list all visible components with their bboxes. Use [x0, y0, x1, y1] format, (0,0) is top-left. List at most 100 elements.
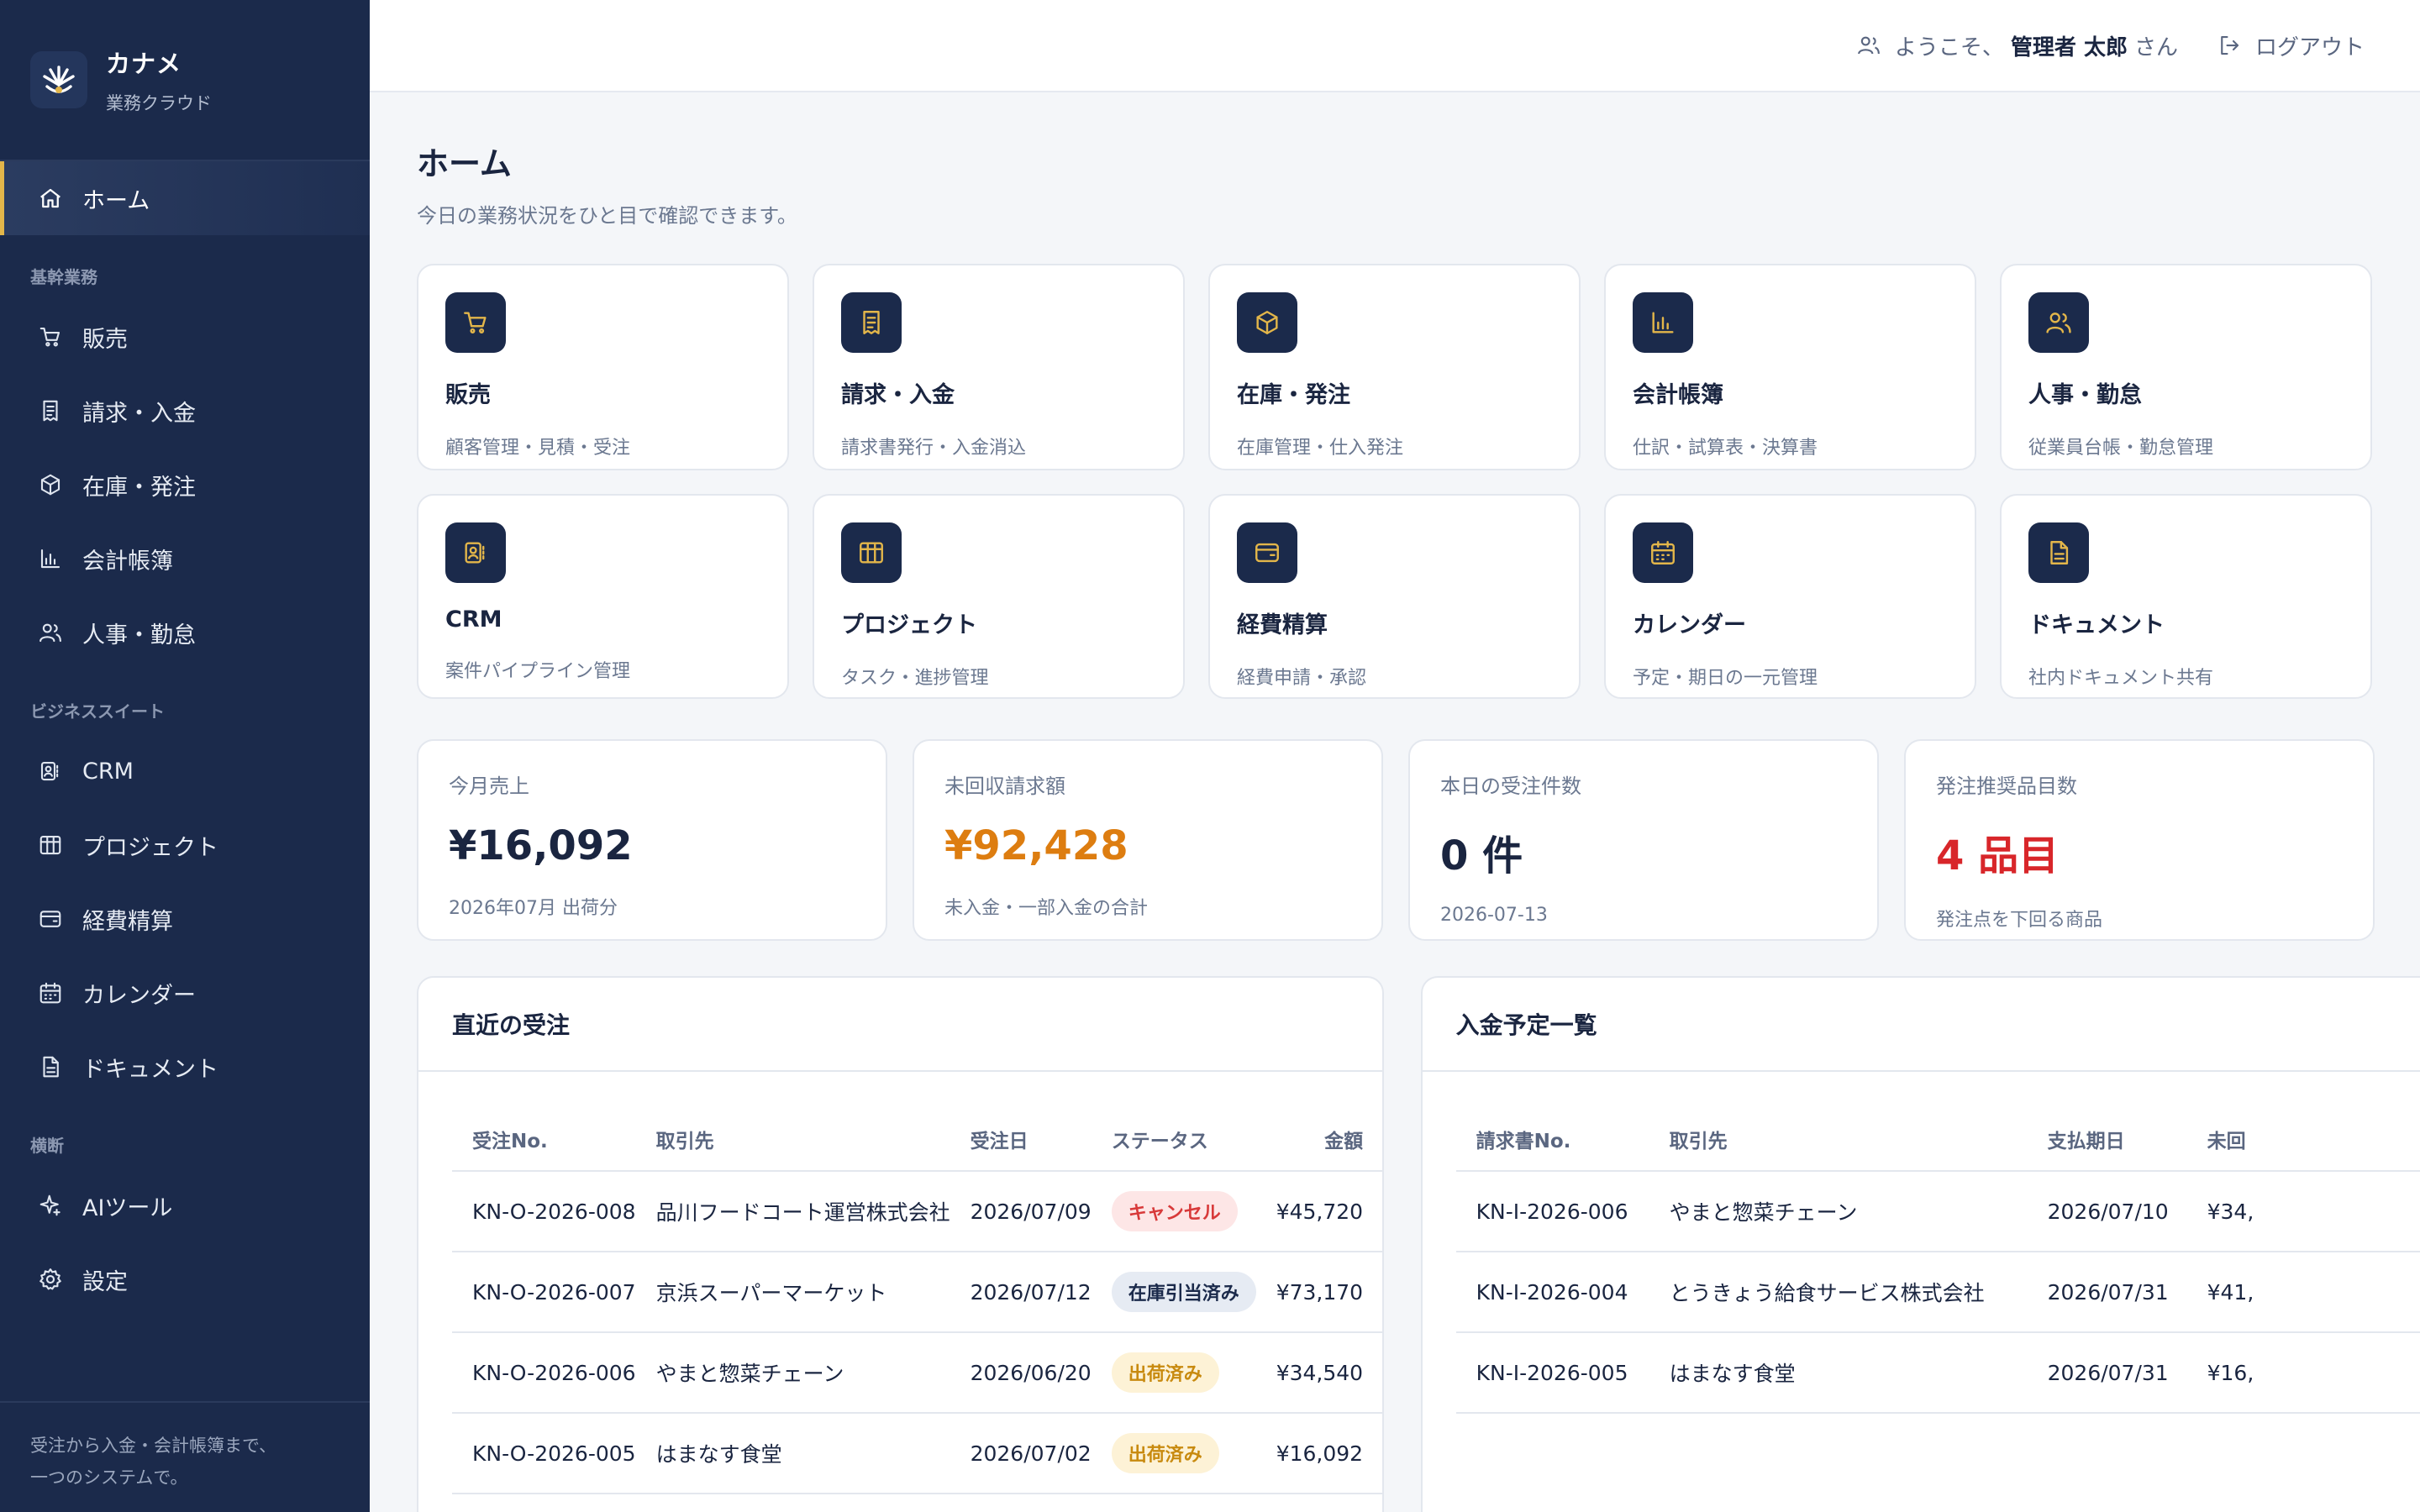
- user-icon: [1856, 33, 1881, 58]
- module-card-document[interactable]: ドキュメント 社内ドキュメント共有: [2000, 494, 2372, 699]
- logo-icon: [30, 51, 87, 108]
- sidebar-item-label: CRM: [82, 758, 134, 785]
- module-title: 在庫・発注: [1237, 382, 1350, 408]
- module-card-contact[interactable]: CRM 案件パイプライン管理: [417, 494, 789, 699]
- order-no[interactable]: KN-O-2026-006: [452, 1332, 636, 1414]
- welcome-suffix: さん: [2133, 34, 2178, 60]
- sidebar-item-contact[interactable]: CRM: [0, 734, 370, 808]
- wallet-icon: [1237, 522, 1297, 583]
- module-card-wallet[interactable]: 経費精算 経費申請・承認: [1208, 494, 1581, 699]
- stat-card: 発注推奨品目数 4 品目 発注点を下回る商品: [1904, 739, 2375, 941]
- brand[interactable]: カナメ 業務クラウド: [0, 0, 370, 161]
- table-row[interactable]: KN-O-2026-006 やまと惣菜チェーン 2026/06/20 出荷済み ¥34,…: [452, 1332, 1382, 1414]
- table-row[interactable]: KN-O-2026-007 京浜スーパーマーケット 2026/07/12 在庫引当済み…: [452, 1252, 1382, 1333]
- stat-value: ¥16,092: [449, 822, 633, 869]
- stat-note: 未入金・一部入金の合計: [944, 898, 1149, 919]
- sidebar-item-gear[interactable]: 設定: [0, 1242, 370, 1316]
- invoice-due: 2026/07/31: [2027, 1332, 2187, 1414]
- column-header[interactable]: 支払期日: [2027, 1107, 2187, 1172]
- kanban-icon: [35, 830, 66, 860]
- table-row[interactable]: KN-I-2026-004 とうきょう給食サービス株式会社 2026/07/31 ¥4…: [1455, 1252, 2420, 1333]
- column-header[interactable]: 受注日: [950, 1107, 1092, 1172]
- column-header[interactable]: 受注No.: [452, 1107, 636, 1172]
- column-header[interactable]: 金額: [1255, 1107, 1382, 1172]
- recent-orders-panel: 直近の受注 受注No. 取引先 受注日 ステータス 金額 KN-O-2026-008 品川…: [417, 976, 1384, 1512]
- panels: 直近の受注 受注No. 取引先 受注日 ステータス 金額 KN-O-2026-008 品川…: [417, 976, 2420, 1512]
- module-description: 従業員台帳・勤怠管理: [2028, 438, 2214, 459]
- module-card-calendar[interactable]: カレンダー予定・期日の一元管理: [1604, 494, 1976, 699]
- table-row[interactable]: KN-O-2026-005 はまなす食堂 2026/07/02 出荷済み ¥16,092: [452, 1413, 1382, 1494]
- order-client: はまなす食堂: [635, 1413, 950, 1494]
- sidebar-item-label: プロジェクト: [82, 834, 218, 861]
- sidebar-item-label: ホーム: [82, 187, 150, 214]
- stats-row: 今月売上 ¥16,092 2026年07月 出荷分 未回収請求額 ¥92,428 未入金・…: [417, 739, 2420, 941]
- logout-icon: [2217, 33, 2242, 58]
- status-badge: キャンセル: [1111, 1191, 1238, 1231]
- contact-icon: [35, 756, 66, 786]
- invoice-no[interactable]: KN-I-2026-005: [1455, 1332, 1649, 1414]
- invoice-due: 2026/07/10: [2027, 1171, 2187, 1252]
- cart-icon: [35, 322, 66, 352]
- order-no[interactable]: KN-O-2026-008: [452, 1171, 636, 1252]
- sidebar-item-cart[interactable]: 販売: [0, 300, 370, 374]
- users-icon: [2028, 292, 2089, 353]
- footer-line-1: 受注から入金・会計帳簿まで、: [30, 1436, 277, 1456]
- module-title: 会計帳簿: [1633, 382, 1723, 408]
- module-description: 予定・期日の一元管理: [1633, 668, 1818, 689]
- module-description: 仕訳・試算表・決算書: [1633, 438, 1818, 459]
- sidebar-item-box[interactable]: 在庫・発注: [0, 448, 370, 522]
- module-title: プロジェクト: [841, 612, 977, 638]
- module-card-users[interactable]: 人事・勤怠 従業員台帳・勤怠管理: [2000, 264, 2372, 470]
- module-card-receipt[interactable]: 請求・入金 請求書発行・入金消込: [813, 264, 1185, 470]
- sidebar-item-kanban[interactable]: プロジェクト: [0, 808, 370, 882]
- sidebar-item-calendar[interactable]: カレンダー: [0, 956, 370, 1030]
- order-date: 2026/07/02: [950, 1413, 1092, 1494]
- page-content: ホーム 今日の業務状況をひと目で確認できます。 販売 顧客管理・見積・受注 請求・入…: [370, 92, 2420, 1512]
- chart-icon: [1633, 292, 1693, 353]
- invoice-no[interactable]: KN-I-2026-004: [1455, 1252, 1649, 1333]
- sidebar-item-wallet[interactable]: 経費精算: [0, 882, 370, 956]
- stat-label: 発注推奨品目数: [1936, 774, 2077, 798]
- logout-button[interactable]: ログアウト: [2217, 30, 2365, 61]
- column-header[interactable]: 取引先: [1649, 1107, 2028, 1172]
- order-status-cell: 在庫引当済み: [1091, 1252, 1256, 1333]
- sidebar-item-home[interactable]: ホーム: [0, 161, 370, 235]
- brand-subtitle: 業務クラウド: [106, 93, 212, 113]
- box-icon: [1237, 292, 1297, 353]
- table-row[interactable]: KN-I-2026-006 やまと惣菜チェーン 2026/07/10 ¥34,: [1455, 1171, 2420, 1252]
- module-title: カレンダー: [1633, 612, 1746, 638]
- column-header[interactable]: ステータス: [1091, 1107, 1256, 1172]
- sidebar-item-chart[interactable]: 会計帳簿: [0, 522, 370, 596]
- order-no[interactable]: KN-O-2026-005: [452, 1413, 636, 1494]
- stat-card: 未回収請求額 ¥92,428 未入金・一部入金の合計: [913, 739, 1383, 941]
- module-card-kanban[interactable]: プロジェクト タスク・進捗管理: [813, 494, 1185, 699]
- order-status-cell: 出荷済み: [1091, 1413, 1256, 1494]
- module-card-box[interactable]: 在庫・発注在庫管理・仕入発注: [1208, 264, 1581, 470]
- payments-table: 請求書No. 取引先 支払期日 未回 KN-I-2026-006 やまと惣菜チェーン 20…: [1455, 1107, 2420, 1414]
- column-header[interactable]: 取引先: [635, 1107, 950, 1172]
- user-name: 管理者 太郎: [2010, 34, 2128, 60]
- sidebar: カナメ 業務クラウド ホーム 基幹業務 販売 請求・入金 在庫・発注 会計帳簿 人事・勤…: [0, 0, 370, 1512]
- invoice-no[interactable]: KN-I-2026-006: [1455, 1171, 1649, 1252]
- sparkle-icon: [35, 1190, 66, 1221]
- table-row[interactable]: KN-I-2026-005 はまなす食堂 2026/07/31 ¥16,: [1455, 1332, 2420, 1414]
- column-header[interactable]: 請求書No.: [1455, 1107, 1649, 1172]
- box-icon: [35, 470, 66, 500]
- logout-label: ログアウト: [2254, 34, 2365, 60]
- sidebar-item-receipt[interactable]: 請求・入金: [0, 374, 370, 448]
- sidebar-item-label: ドキュメント: [82, 1056, 218, 1083]
- sidebar-item-document[interactable]: ドキュメント: [0, 1030, 370, 1104]
- sidebar-item-sparkle[interactable]: AIツール: [0, 1168, 370, 1242]
- module-description: 在庫管理・仕入発注: [1237, 438, 1404, 459]
- order-no[interactable]: KN-O-2026-007: [452, 1252, 636, 1333]
- table-row[interactable]: KN-O-2026-008 品川フードコート運営株式会社 2026/07/09 キャン…: [452, 1171, 1382, 1252]
- module-title: 請求・入金: [841, 382, 955, 408]
- page-subtitle: 今日の業務状況をひと目で確認できます。: [417, 204, 797, 228]
- stat-value: ¥92,428: [944, 822, 1128, 869]
- invoice-client: やまと惣菜チェーン: [1649, 1171, 2028, 1252]
- sidebar-item-users[interactable]: 人事・勤怠: [0, 596, 370, 669]
- column-header[interactable]: 未回: [2186, 1107, 2420, 1172]
- module-card-chart[interactable]: 会計帳簿仕訳・試算表・決算書: [1604, 264, 1976, 470]
- module-card-cart[interactable]: 販売 顧客管理・見積・受注: [417, 264, 789, 470]
- home-icon: [35, 183, 66, 213]
